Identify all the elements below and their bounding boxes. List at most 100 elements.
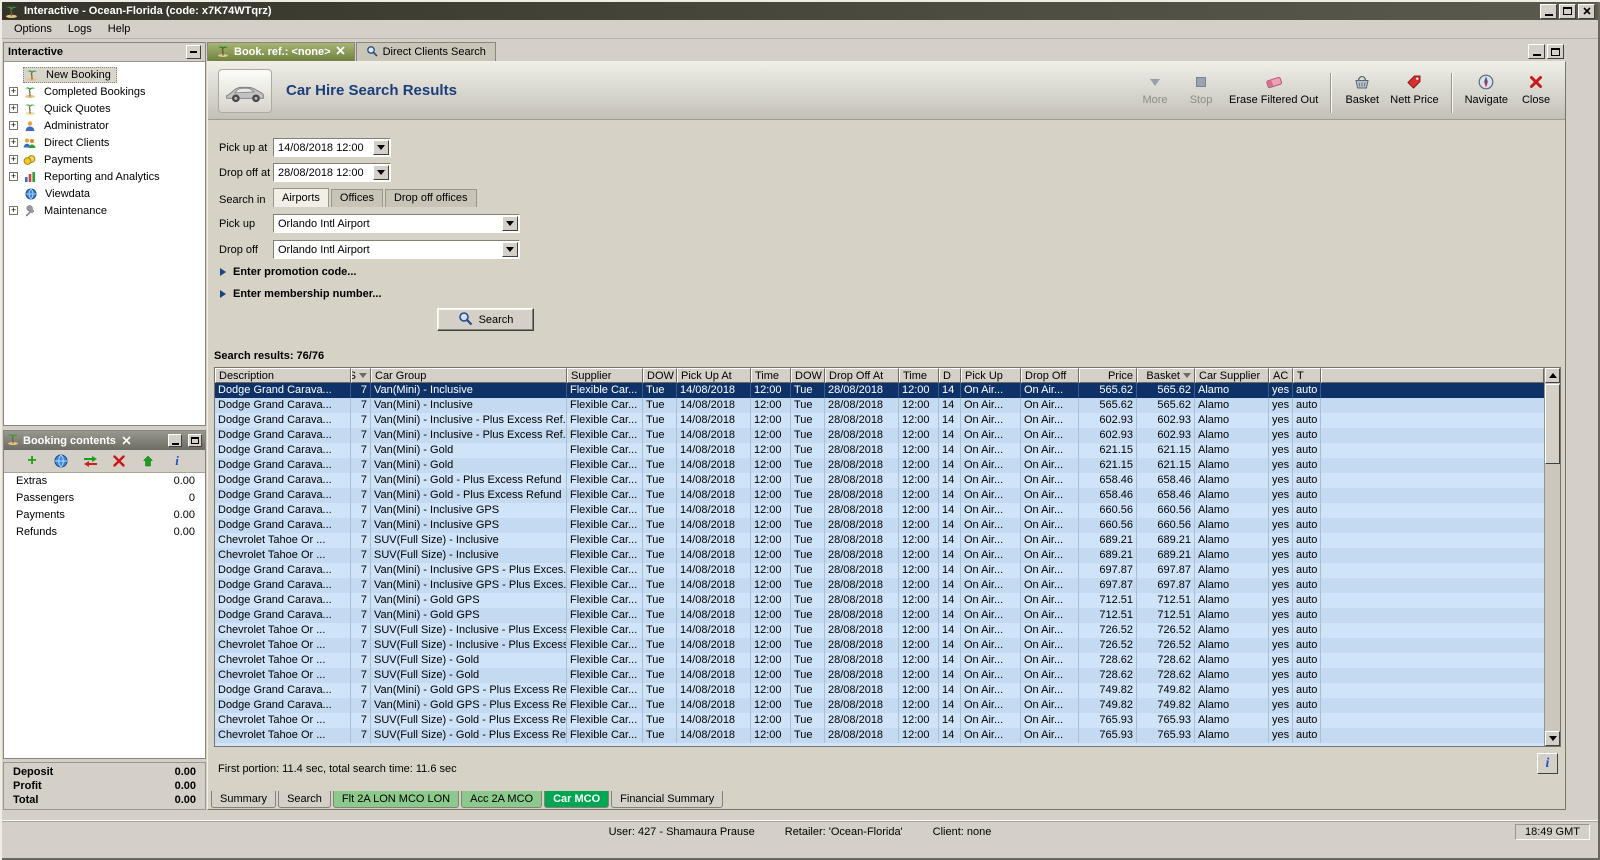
sidebar-item-administrator[interactable]: + Administrator bbox=[4, 117, 205, 134]
membership-number-expander[interactable]: Enter membership number... bbox=[220, 288, 382, 300]
more-button[interactable]: More bbox=[1132, 71, 1178, 108]
table-row[interactable]: Dodge Grand Carava... 7 Van(Mini) - Inclus… bbox=[215, 383, 1544, 398]
table-row[interactable]: Dodge Grand Carava... 7 Van(Mini) - Gold -… bbox=[215, 488, 1544, 503]
close-icon[interactable] bbox=[120, 435, 133, 447]
sidebar-item-viewdata[interactable]: Viewdata bbox=[4, 185, 205, 202]
table-row[interactable]: Dodge Grand Carava... 7 Van(Mini) - Inclus… bbox=[215, 578, 1544, 593]
column-header[interactable]: Supplier bbox=[567, 368, 643, 383]
column-header[interactable]: Pick Up bbox=[961, 368, 1021, 383]
table-row[interactable]: Chevrolet Tahoe Or ... 7 SUV(Full Size) - … bbox=[215, 548, 1544, 563]
table-row[interactable]: Dodge Grand Carava... 7 Van(Mini) - Gold G… bbox=[215, 698, 1544, 713]
table-row[interactable]: Dodge Grand Carava... 7 Van(Mini) - Gold G… bbox=[215, 683, 1544, 698]
pickup-combo[interactable]: Orlando Intl Airport bbox=[273, 214, 520, 233]
table-row[interactable]: Dodge Grand Carava... 7 Van(Mini) - Gold Fl… bbox=[215, 458, 1544, 473]
list-item[interactable]: Payments 0.00 bbox=[4, 507, 205, 524]
column-header[interactable]: AC bbox=[1269, 368, 1293, 383]
expand-icon[interactable]: + bbox=[9, 104, 18, 113]
dropoff-at-field[interactable]: 28/08/2018 12:00 bbox=[273, 163, 391, 182]
table-row[interactable]: Chevrolet Tahoe Or ... 7 SUV(Full Size) - … bbox=[215, 668, 1544, 683]
tab-accommodation[interactable]: Acc 2A MCO bbox=[461, 791, 543, 808]
search-button[interactable]: Search bbox=[437, 308, 534, 331]
list-item[interactable]: Extras 0.00 bbox=[4, 473, 205, 490]
chevron-down-icon[interactable] bbox=[373, 165, 389, 180]
column-header[interactable]: Drop Off At bbox=[825, 368, 899, 383]
expand-icon[interactable]: + bbox=[9, 172, 18, 181]
column-header[interactable]: DOW bbox=[791, 368, 825, 383]
column-header[interactable]: D bbox=[939, 368, 961, 383]
mdi-restore-button[interactable] bbox=[1547, 44, 1564, 59]
window-minimize-button[interactable] bbox=[1540, 3, 1557, 19]
tab-car[interactable]: Car MCO bbox=[544, 791, 610, 808]
sidebar-item-direct-clients[interactable]: + Direct Clients bbox=[4, 134, 205, 151]
column-header[interactable]: Basket bbox=[1137, 368, 1195, 383]
column-header[interactable]: Car Supplier bbox=[1195, 368, 1269, 383]
table-row[interactable]: Dodge Grand Carava... 7 Van(Mini) - Gold G… bbox=[215, 593, 1544, 608]
panel-minimize-button[interactable] bbox=[168, 434, 182, 447]
sidebar-item-payments[interactable]: + Payments bbox=[4, 151, 205, 168]
sidebar-item-quick-quotes[interactable]: + Quick Quotes bbox=[4, 100, 205, 117]
nett-price-button[interactable]: Nett Price bbox=[1385, 71, 1443, 108]
expand-icon[interactable]: + bbox=[9, 155, 18, 164]
table-row[interactable]: Dodge Grand Carava... 7 Van(Mini) - Inclus… bbox=[215, 503, 1544, 518]
info-icon[interactable]: i bbox=[169, 453, 185, 469]
table-row[interactable]: Dodge Grand Carava... 7 Van(Mini) - Inclus… bbox=[215, 398, 1544, 413]
list-item[interactable]: Passengers 0 bbox=[4, 490, 205, 507]
column-header[interactable]: Description bbox=[215, 368, 351, 383]
collapse-panel-button[interactable] bbox=[186, 45, 201, 59]
upload-icon[interactable] bbox=[140, 453, 156, 469]
scroll-down-button[interactable] bbox=[1545, 731, 1560, 746]
table-row[interactable]: Dodge Grand Carava... 7 Van(Mini) - Inclus… bbox=[215, 413, 1544, 428]
vertical-scrollbar[interactable] bbox=[1544, 368, 1560, 746]
column-header[interactable]: DOW bbox=[643, 368, 677, 383]
tab-offices[interactable]: Offices bbox=[330, 189, 383, 207]
info-button[interactable]: i bbox=[1537, 753, 1558, 774]
column-header[interactable]: S bbox=[351, 368, 371, 383]
scrollbar-thumb[interactable] bbox=[1545, 384, 1560, 464]
expand-icon[interactable]: + bbox=[9, 206, 18, 215]
panel-restore-button[interactable] bbox=[188, 434, 202, 447]
chevron-down-icon[interactable] bbox=[373, 140, 389, 155]
table-row[interactable]: Dodge Grand Carava... 7 Van(Mini) - Gold Fl… bbox=[215, 443, 1544, 458]
world-icon[interactable] bbox=[53, 453, 69, 469]
tab-direct-clients-search[interactable]: Direct Clients Search bbox=[355, 42, 496, 61]
tab-financial-summary[interactable]: Financial Summary bbox=[611, 791, 724, 808]
table-row[interactable]: Dodge Grand Carava... 7 Van(Mini) - Inclus… bbox=[215, 518, 1544, 533]
column-header[interactable]: Pick Up At bbox=[677, 368, 751, 383]
add-icon[interactable]: + bbox=[24, 452, 40, 469]
table-row[interactable]: Dodge Grand Carava... 7 Van(Mini) - Inclus… bbox=[215, 563, 1544, 578]
column-header[interactable]: T bbox=[1293, 368, 1321, 383]
stop-button[interactable]: Stop bbox=[1178, 71, 1224, 108]
sidebar-item-new-booking[interactable]: New Booking bbox=[4, 66, 205, 83]
table-row[interactable]: Chevrolet Tahoe Or ... 7 SUV(Full Size) - … bbox=[215, 653, 1544, 668]
sidebar-item-completed-bookings[interactable]: + Completed Bookings bbox=[4, 83, 205, 100]
pickup-at-field[interactable]: 14/08/2018 12:00 bbox=[273, 138, 391, 157]
dropoff-combo[interactable]: Orlando Intl Airport bbox=[273, 240, 520, 259]
sidebar-item-maintenance[interactable]: + Maintenance bbox=[4, 202, 205, 219]
tab-summary[interactable]: Summary bbox=[211, 791, 277, 808]
table-row[interactable]: Chevrolet Tahoe Or ... 7 SUV(Full Size) - … bbox=[215, 638, 1544, 653]
navigate-button[interactable]: Navigate bbox=[1460, 71, 1513, 108]
column-header[interactable]: Drop Off bbox=[1021, 368, 1079, 383]
window-maximize-button[interactable] bbox=[1559, 3, 1576, 19]
table-row[interactable]: Dodge Grand Carava... 7 Van(Mini) - Inclus… bbox=[215, 428, 1544, 443]
list-item[interactable]: Refunds 0.00 bbox=[4, 524, 205, 541]
column-header[interactable]: Car Group bbox=[371, 368, 567, 383]
table-row[interactable]: Dodge Grand Carava... 7 Van(Mini) - Gold -… bbox=[215, 473, 1544, 488]
chevron-down-icon[interactable] bbox=[502, 216, 518, 231]
delete-icon[interactable] bbox=[111, 453, 127, 469]
transfer-icon[interactable] bbox=[82, 453, 98, 469]
expand-icon[interactable]: + bbox=[9, 87, 18, 96]
table-row[interactable]: Chevrolet Tahoe Or ... 7 SUV(Full Size) - … bbox=[215, 533, 1544, 548]
expand-icon[interactable]: + bbox=[9, 138, 18, 147]
tab-search[interactable]: Search bbox=[278, 791, 331, 808]
column-header[interactable]: Time bbox=[899, 368, 939, 383]
tab-drop-off-offices[interactable]: Drop off offices bbox=[384, 189, 477, 207]
table-row[interactable]: Chevrolet Tahoe Or ... 7 SUV(Full Size) - … bbox=[215, 728, 1544, 743]
menu-logs[interactable]: Logs bbox=[60, 21, 100, 37]
mdi-minimize-button[interactable] bbox=[1528, 44, 1545, 59]
window-close-button[interactable] bbox=[1578, 3, 1595, 19]
scroll-up-button[interactable] bbox=[1545, 368, 1560, 383]
tab-airports[interactable]: Airports bbox=[273, 188, 329, 207]
tab-booking-ref[interactable]: Book. ref.: <none> bbox=[207, 42, 355, 61]
column-header[interactable]: Time bbox=[751, 368, 791, 383]
